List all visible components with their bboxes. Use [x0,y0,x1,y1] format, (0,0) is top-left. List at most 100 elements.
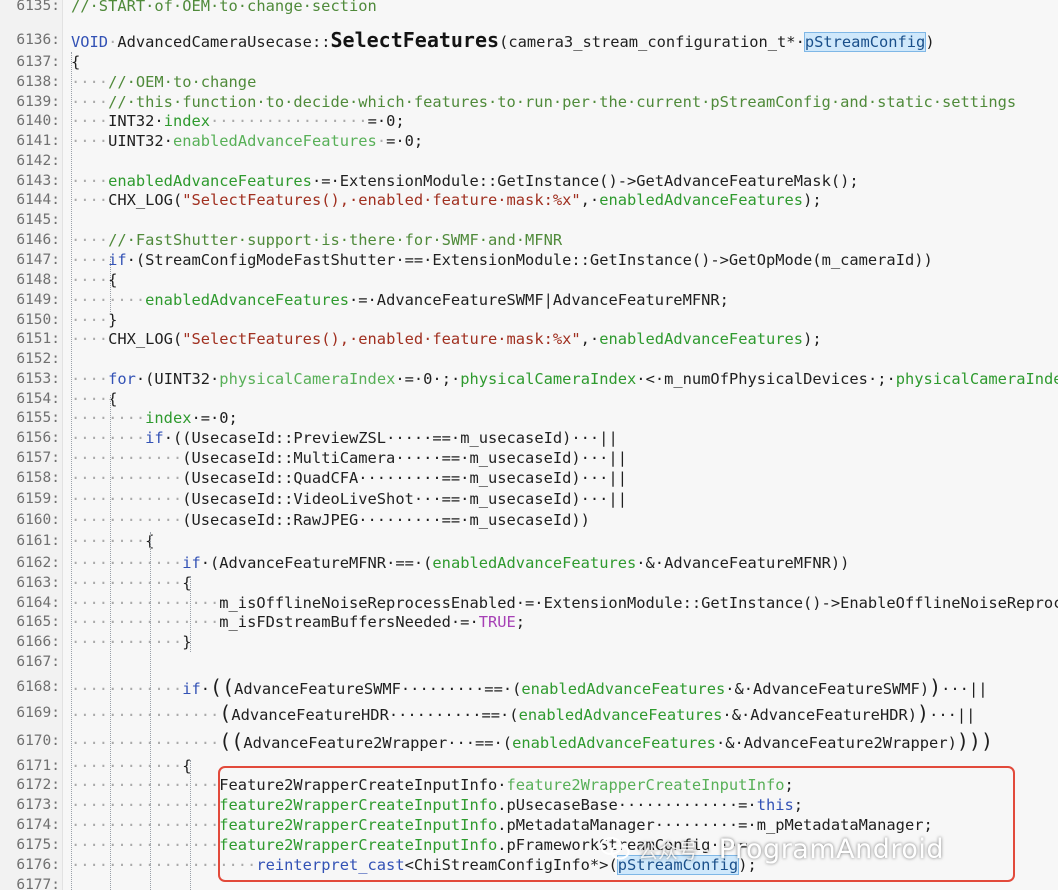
code-token: ·=·0·;· [395,370,461,388]
line-number: 6141: [16,133,60,149]
code-text: ····enabledAdvanceFeatures·=·ExtensionMo… [71,171,859,191]
code-text: ············if·(AdvanceFeatureMFNR·==·(e… [71,553,849,573]
line-number: 6171: [16,758,60,774]
code-text: ····for·(UINT32·physicalCameraIndex·=·0·… [71,369,1058,389]
code-line: 6164: ················m_isOfflineNoiseRep… [0,593,1058,613]
whitespace-marker: ···· [71,231,109,249]
code-text: VOID·AdvancedCameraUsecase::SelectFeatur… [71,30,935,52]
code-text: ····//·FastShutter·support·is·there·for·… [71,230,562,250]
code-token: ·(StreamConfigModeFastShutter·==·Extensi… [126,251,933,269]
code-token: "SelectFeatures(),·enabled·feature·mask:… [182,191,581,209]
whitespace-marker: ················ [71,776,220,794]
line-number: 6152: [16,351,60,367]
whitespace-marker: ············ [71,574,183,592]
code-line: 6148: ····{ [0,270,1058,290]
indent-guide [110,256,111,314]
whitespace-marker: ············ [71,490,183,508]
line-number: 6168: [16,679,60,695]
line-number: 6151: [16,331,60,347]
code-line: 6139: ····//·this·function·to·decide·whic… [0,92,1058,112]
line-number: 6164: [16,595,60,611]
whitespace-marker: ············ [71,757,183,775]
code-token: enabledAdvanceFeatures [172,132,377,150]
code-line: 6162: ············if·(AdvanceFeatureMFNR·… [0,553,1058,573]
whitespace-marker: ···· [71,251,109,269]
code-token: { [71,53,81,71]
line-number: 6177: [16,877,60,890]
code-token: ·(AdvanceFeatureMFNR·==·( [200,554,433,572]
whitespace-marker: ················ [71,816,220,834]
code-token: (camera3_stream_configuration_t*· [499,33,805,51]
code-line: 6157: ············(UsecaseId::MultiCamera… [0,448,1058,468]
code-token: =·0; [367,112,405,130]
code-token: SelectFeatures [330,28,500,52]
line-number: 6149: [16,292,60,308]
code-token: m_isOfflineNoiseReprocessEnabled·=·Exten… [219,594,1058,612]
line-number: 6144: [16,192,60,208]
code-line: 6156: ········if·((UsecaseId::PreviewZSL·… [0,428,1058,448]
code-line: 6140: ····INT32·index·················=·0… [0,111,1058,131]
whitespace-marker: ············ [71,511,183,529]
line-number: 6155: [16,410,60,426]
code-line: 6144: ····CHX_LOG("SelectFeatures(),·enab… [0,190,1058,210]
code-token: ···|| [941,680,988,698]
code-token: VOID [71,33,109,51]
code-token: ·=·ExtensionModule::GetInstance()->GetAd… [311,172,859,190]
code-token: physicalCameraIndex [219,370,396,388]
line-number: 6169: [16,705,60,721]
code-token: =·0; [386,132,424,150]
code-line: 6152: [0,349,1058,369]
code-token: enabledAdvanceFeatures [518,706,723,724]
code-token: CHX_LOG( [108,330,183,348]
code-text: ················(AdvanceFeatureHDR······… [71,703,975,725]
whitespace-marker: ········ [71,532,146,550]
watermark-text: ProgramAndroid [718,833,945,865]
code-line: 6135: //·START·of·OEM·to·change·section [0,0,1058,16]
line-number: 6147: [16,252,60,268]
code-token: TRUE [478,613,516,631]
line-number: 6146: [16,232,60,248]
code-token: ) [917,701,930,725]
code-line: 6166: ············} [0,632,1058,652]
wechat-icon [600,836,630,862]
line-number: 6145: [16,212,60,228]
code-editor[interactable]: 6135://·START·of·OEM·to·change·section 61… [0,0,1058,890]
code-token: ·&·AdvanceFeatureSWMF) [725,680,930,698]
whitespace-marker: ················· [210,112,368,130]
line-number: 6161: [16,533,60,549]
line-number: 6163: [16,575,60,591]
code-text: ········enabledAdvanceFeatures·=·Advance… [71,290,729,310]
whitespace-marker: ········ [71,409,146,427]
code-text: ············(UsecaseId::VideoLiveShot···… [71,489,627,509]
code-token: AdvancedCameraUsecase:: [117,33,331,51]
code-token: ) [925,33,935,51]
code-line: 6150: ····} [0,310,1058,330]
code-line: 6147: ····if·(StreamConfigModeFastShutter… [0,250,1058,270]
code-token: physicalCameraIndex [460,370,637,388]
code-token: · [200,680,211,698]
code-token: ·=·AdvanceFeatureSWMF|AdvanceFeatureMFNR… [349,291,729,309]
code-line: 6169: ················(AdvanceFeatureHDR·… [0,703,1058,725]
line-number: 6153: [16,371,60,387]
line-number: 6166: [16,634,60,650]
code-token: ) [929,675,942,699]
code-text: ················m_isFDstreamBuffersNeede… [71,612,525,632]
whitespace-marker: ···· [71,132,109,150]
code-token: index [145,409,192,427]
indent-guide [190,576,191,652]
code-token: ,· [580,191,600,209]
code-text: ············{ [71,756,191,776]
code-line: 6161: ········{ [0,531,1058,551]
code-token: ·&·AdvanceFeature2Wrapper) [715,734,957,752]
code-line: 6138: ····//·OEM·to·change [0,72,1058,92]
code-text: ····//·OEM·to·change [71,72,256,92]
whitespace-marker: ················ [71,706,220,724]
code-line: 6165: ················m_isFDstreamBuffers… [0,612,1058,632]
watermark: 公众号 · ProgramAndroid [600,832,944,866]
code-token: enabledAdvanceFeatures [521,680,726,698]
whitespace-marker: ···· [71,370,109,388]
line-number: 6175: [16,837,60,853]
code-line: 6136: VOID·AdvancedCameraUsecase::SelectF… [0,30,1058,52]
whitespace-marker: ···· [71,112,109,130]
code-token: ( [219,701,232,725]
